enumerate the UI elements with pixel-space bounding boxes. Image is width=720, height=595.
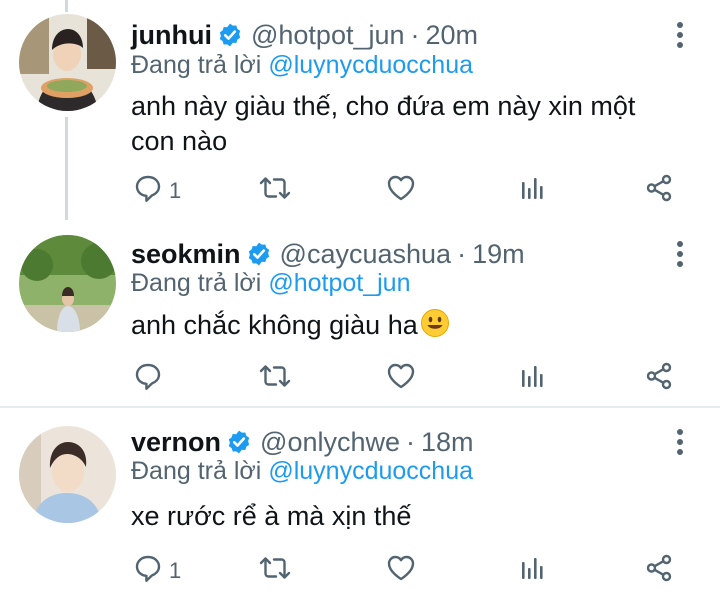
more-vertical-icon[interactable] — [670, 424, 690, 460]
avatar[interactable] — [19, 14, 116, 111]
reply-count: 1 — [169, 177, 182, 203]
user-handle[interactable]: @onlychwe — [260, 427, 400, 458]
like-button[interactable] — [386, 553, 416, 588]
analytics-button[interactable] — [517, 553, 547, 588]
tweet-header: junhui @hotpot_jun · 20m — [131, 17, 478, 53]
replying-to-mention[interactable]: @hotpot_jun — [268, 269, 410, 297]
tweet-header: seokmin @caycuashua · 19m — [131, 236, 525, 272]
display-name[interactable]: seokmin — [131, 239, 241, 270]
share-button[interactable] — [644, 553, 674, 588]
avatar[interactable] — [19, 235, 116, 332]
retweet-button[interactable] — [258, 553, 292, 588]
reply-count: 1 — [169, 557, 182, 583]
retweet-icon — [258, 553, 292, 588]
tweet-text: anh này giàu thế, cho đứa em này xin một… — [131, 91, 636, 156]
replying-to: Đang trả lời @luynycduocchua — [131, 51, 473, 80]
share-icon — [644, 553, 674, 588]
tweet-text: xe rước rể à mà xịn thế — [131, 501, 412, 531]
timestamp[interactable]: 18m — [421, 427, 474, 458]
retweet-icon — [258, 361, 292, 396]
retweet-button[interactable] — [258, 361, 292, 396]
separator-dot: · — [457, 238, 467, 269]
replying-to-mention[interactable]: @luynycduocchua — [268, 51, 473, 79]
smiley-emoji — [420, 308, 450, 347]
analytics-button[interactable] — [517, 361, 547, 396]
avatar[interactable] — [19, 426, 116, 523]
share-icon — [644, 361, 674, 396]
user-handle[interactable]: @hotpot_jun — [251, 20, 405, 51]
tweet-seokmin[interactable]: seokmin @caycuashua · 19m Đang trả lời @h… — [0, 220, 720, 406]
tweet-vernon[interactable]: vernon @onlychwe · 18m Đang trả lời @luyn… — [0, 408, 720, 595]
tweet-text: anh chắc không giàu ha — [131, 308, 676, 347]
reply-icon — [133, 173, 163, 208]
analytics-icon — [517, 173, 547, 208]
retweet-icon — [258, 173, 292, 208]
verified-badge-icon — [226, 429, 252, 455]
analytics-button[interactable] — [517, 173, 547, 208]
reply-icon — [133, 553, 163, 588]
tweet-header: vernon @onlychwe · 18m — [131, 424, 474, 460]
share-button[interactable] — [644, 361, 674, 396]
reply-button[interactable]: 1 — [133, 553, 181, 588]
like-button[interactable] — [386, 173, 416, 208]
verified-badge-icon — [246, 241, 272, 267]
more-vertical-icon[interactable] — [670, 17, 690, 53]
like-icon — [386, 553, 416, 588]
like-icon — [386, 173, 416, 208]
reply-button[interactable] — [133, 361, 169, 396]
like-icon — [386, 361, 416, 396]
thread-line — [65, 117, 68, 220]
reply-button[interactable]: 1 — [133, 173, 181, 208]
timestamp[interactable]: 20m — [426, 20, 479, 51]
replying-to-mention[interactable]: @luynycduocchua — [268, 457, 473, 485]
separator-dot: · — [410, 19, 420, 50]
user-handle[interactable]: @caycuashua — [280, 239, 452, 270]
reply-icon — [133, 361, 163, 396]
analytics-icon — [517, 553, 547, 588]
display-name[interactable]: junhui — [131, 20, 212, 51]
share-icon — [644, 173, 674, 208]
timestamp[interactable]: 19m — [472, 239, 525, 270]
replying-to: Đang trả lời @hotpot_jun — [131, 269, 411, 298]
replying-to-label: Đang trả lời — [131, 269, 262, 297]
replying-to-label: Đang trả lời — [131, 457, 262, 485]
separator-dot: · — [406, 426, 416, 457]
share-button[interactable] — [644, 173, 674, 208]
verified-badge-icon — [217, 22, 243, 48]
like-button[interactable] — [386, 361, 416, 396]
replying-to: Đang trả lời @luynycduocchua — [131, 457, 473, 486]
tweet-text-content: anh chắc không giàu ha — [131, 310, 418, 340]
more-vertical-icon[interactable] — [670, 236, 690, 272]
retweet-button[interactable] — [258, 173, 292, 208]
tweet-junhui[interactable]: junhui @hotpot_jun · 20m Đang trả lời @lu… — [0, 0, 720, 220]
display-name[interactable]: vernon — [131, 427, 221, 458]
replying-to-label: Đang trả lời — [131, 51, 262, 79]
analytics-icon — [517, 361, 547, 396]
